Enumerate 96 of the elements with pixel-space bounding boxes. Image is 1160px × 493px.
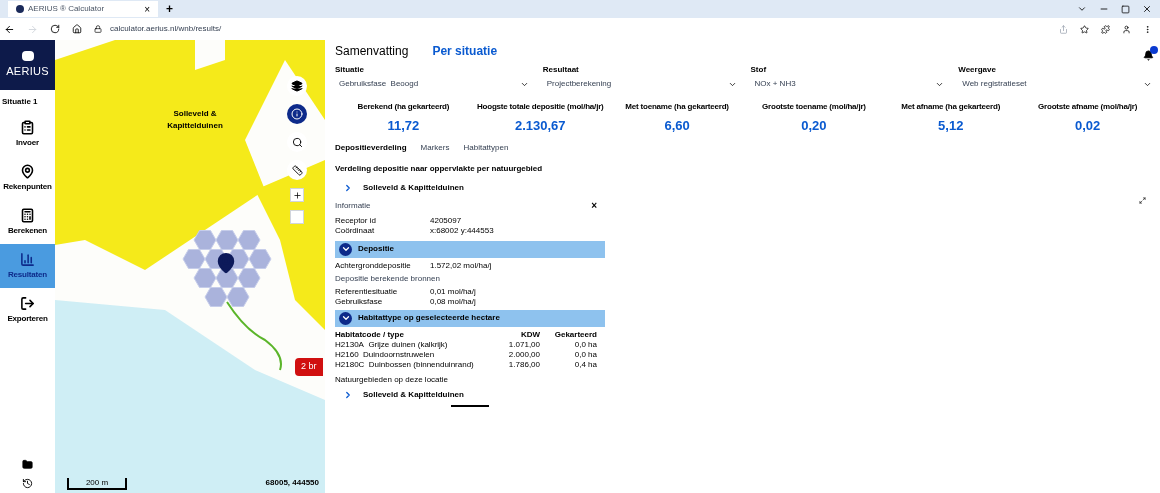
stat-label: Met toename (ha gekarteerd) xyxy=(625,101,729,113)
table-cell-text: 0,0 ha xyxy=(573,349,597,360)
tab[interactable]: Samenvatting xyxy=(335,42,409,60)
field-value: 4205097 xyxy=(430,215,463,226)
stat-value: 6,60 xyxy=(664,117,690,135)
profile-icon[interactable] xyxy=(1122,24,1131,34)
site-icon xyxy=(16,5,24,13)
field-label: Gebruiksfase xyxy=(335,296,384,307)
back-icon[interactable] xyxy=(4,23,15,35)
stat-label: Met afname (ha gekarteerd) xyxy=(901,101,1001,113)
map-pin-icon xyxy=(20,163,35,179)
tab[interactable]: Per situatie xyxy=(432,42,498,60)
stat-value: 0,20 xyxy=(801,117,827,135)
map-label: 2 br xyxy=(295,358,323,376)
field-value: 0,08 mol/ha/j xyxy=(430,296,477,307)
marker-pin-icon xyxy=(215,252,237,274)
column-header: Habitatcode / type xyxy=(335,329,405,340)
tab-close[interactable]: × xyxy=(144,1,150,17)
stat-label: Berekend (ha gekarteerd) xyxy=(357,101,450,113)
select-field[interactable]: Web registratieset xyxy=(958,77,1156,91)
habitat-section-header[interactable]: Habitattype op geselecteerde hectare xyxy=(335,309,605,327)
table-cell-text: H2160 Duindoornstruwelen xyxy=(335,349,436,360)
area-row[interactable]: Solleveld & Kapittelduinen xyxy=(343,389,605,400)
map-coordinates: 68005, 444550 xyxy=(265,477,319,489)
stat-label: Grootste toename (mol/ha/jr) xyxy=(762,101,866,113)
field-label: Coördinaat xyxy=(335,225,376,236)
column-header: KDW xyxy=(519,329,540,340)
select-label: Situatie xyxy=(335,64,365,76)
field-value: 1.572,02 mol/ha/j xyxy=(430,260,493,271)
sub-tab[interactable]: Depositieverdeling xyxy=(335,141,407,154)
tab-list-icon[interactable] xyxy=(1077,4,1087,14)
table-cell-text: H2130A Grijze duinen (kalkrijk) xyxy=(335,339,449,350)
scale-bar: 200 m xyxy=(67,478,127,490)
area-row[interactable]: Solleveld & Kapittelduinen xyxy=(343,181,1156,194)
clipboard-icon xyxy=(20,119,35,135)
info-icon xyxy=(291,108,303,120)
sub-tab[interactable]: Markers xyxy=(420,141,450,154)
field-label: Receptor id xyxy=(335,215,377,226)
select-label: Weergave xyxy=(958,64,997,76)
folder-icon[interactable] xyxy=(22,459,33,470)
ruler-icon xyxy=(291,164,303,176)
close-icon[interactable] xyxy=(1142,4,1152,14)
bookmark-icon[interactable] xyxy=(1080,24,1089,34)
table-cell-text: 1.786,00 xyxy=(507,359,540,370)
section-heading: Verdeling depositie naar oppervlakte per natuurgebied xyxy=(335,162,544,175)
panel-title: Informatie xyxy=(335,200,371,211)
select-field[interactable]: Gebruiksfase Beoogd xyxy=(335,77,533,91)
field-value: x:68002 y:444553 xyxy=(430,225,495,236)
table-cell-text: H2180C Duinbossen (binnenduinrand) xyxy=(335,359,475,370)
plus-icon xyxy=(292,190,302,200)
table-cell-text: 0,0 ha xyxy=(573,339,597,350)
field-value: 0,01 mol/ha/j xyxy=(430,286,477,297)
menu-icon[interactable] xyxy=(1143,24,1152,34)
stat-value: 5,12 xyxy=(938,117,964,135)
exit-icon xyxy=(20,295,35,311)
new-tab-button[interactable]: + xyxy=(166,0,173,18)
table-cell-text: 2.000,00 xyxy=(507,349,540,360)
select-label: Resultaat xyxy=(542,64,580,76)
home-icon[interactable] xyxy=(72,24,82,34)
tab-title: AERIUS ® Calculator xyxy=(28,3,105,15)
nav-item[interactable]: Resultaten xyxy=(0,244,55,288)
situation-label: Situatie 1 xyxy=(1,96,39,108)
area-label: Solleveld & Kapittelduinen xyxy=(166,108,224,132)
stat-value: 11,72 xyxy=(387,117,420,135)
layers-icon xyxy=(291,80,303,92)
stat-value: 2.130,67 xyxy=(514,117,566,135)
table-cell-text: 0,4 ha xyxy=(573,359,597,370)
history-icon[interactable] xyxy=(22,478,33,489)
sub-tab[interactable]: Habitattypen xyxy=(463,141,509,154)
address-bar[interactable]: calculator.aerius.nl/wnb/results/ xyxy=(110,23,222,35)
expand-icon[interactable] xyxy=(1139,197,1146,204)
stat-value: 0,02 xyxy=(1074,117,1101,135)
zoom-in-button[interactable] xyxy=(290,188,304,202)
subheading: Depositie berekende bronnen xyxy=(335,273,441,284)
search-icon xyxy=(291,136,303,148)
field-label: Referentiesituatie xyxy=(335,286,399,297)
lock-icon xyxy=(94,25,102,33)
maximize-icon[interactable] xyxy=(1121,4,1130,14)
browser-tab[interactable]: AERIUS ® Calculator × xyxy=(8,1,158,17)
column-header: Gekarteerd xyxy=(553,329,597,340)
field-label: Achtergronddepositie xyxy=(335,260,412,271)
close-button[interactable]: × xyxy=(591,200,597,211)
table-cell-text: 1.071,00 xyxy=(507,339,540,350)
calculator-icon xyxy=(20,207,35,223)
resize-handle[interactable] xyxy=(451,404,489,407)
extensions-icon[interactable] xyxy=(1101,24,1110,34)
subheading: Natuurgebieden op deze locatie xyxy=(335,374,449,385)
bar-chart-icon xyxy=(20,251,35,267)
select-field[interactable]: Projectberekening xyxy=(542,77,741,91)
app-logo: AERIUS xyxy=(0,40,55,90)
select-label: Stof xyxy=(750,64,768,76)
reload-icon[interactable] xyxy=(50,24,60,34)
stat-label: Hoogste totale depositie (mol/ha/jr) xyxy=(476,101,604,113)
select-field[interactable]: NOx + NH3 xyxy=(750,77,949,91)
stat-label: Grootste afname (mol/ha/jr) xyxy=(1038,101,1138,113)
deposition-section-header[interactable]: Depositie xyxy=(335,240,605,258)
